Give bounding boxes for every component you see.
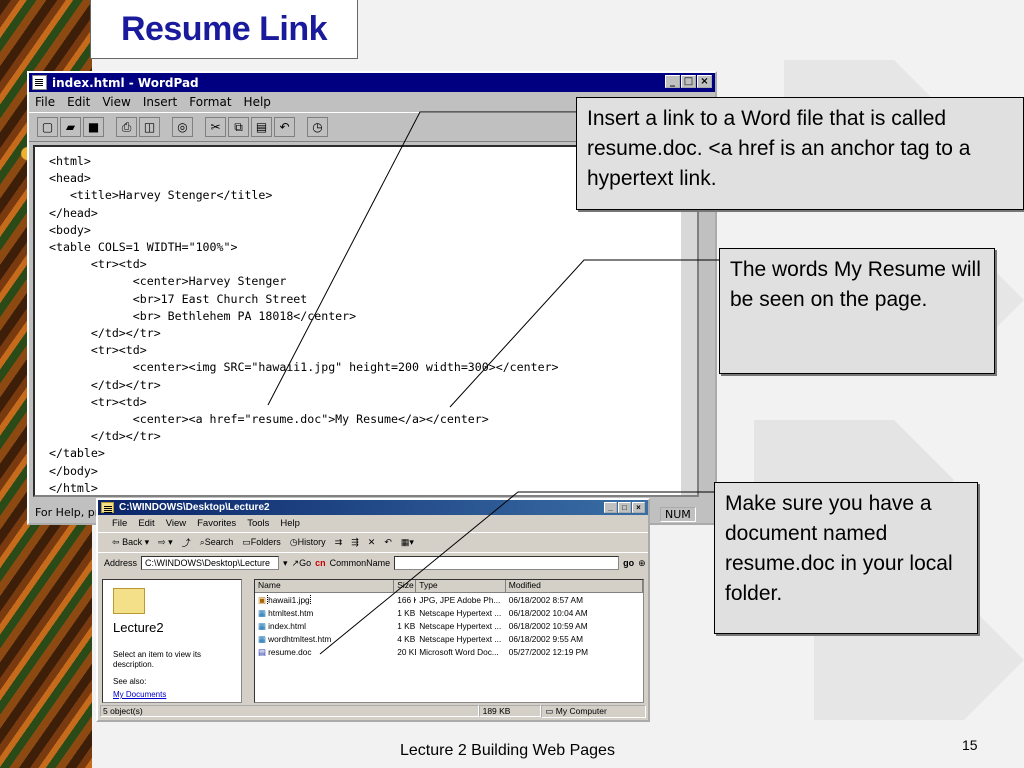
slide-footer: Lecture 2 Building Web Pages: [400, 742, 615, 759]
callout-pointer-lines: [267, 111, 719, 655]
page-number: 15: [962, 737, 978, 753]
